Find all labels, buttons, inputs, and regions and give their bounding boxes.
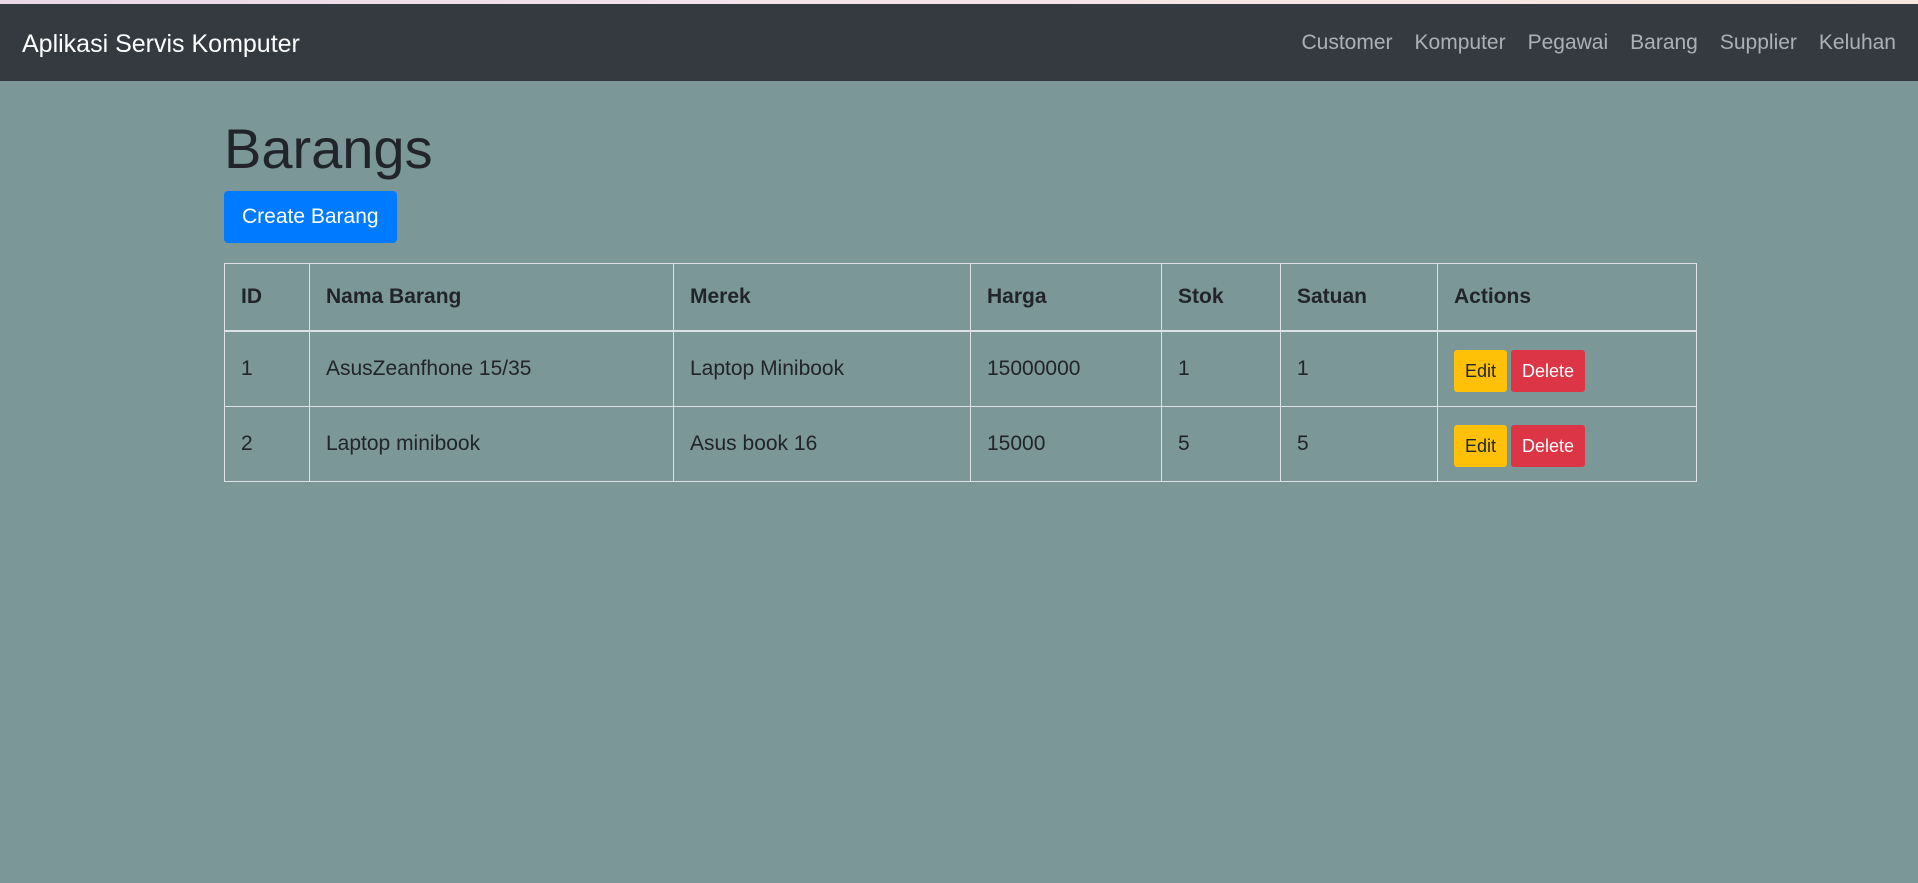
page-title: Barangs [224,117,433,180]
cell-satuan: 5 [1280,406,1438,482]
header-nama-barang: Nama Barang [309,263,674,332]
delete-button[interactable]: Delete [1511,425,1586,467]
table-body: 1 AsusZeanfhone 15/35 Laptop Minibook 15… [224,330,1697,482]
nav-link-komputer[interactable]: Komputer [1415,31,1506,55]
cell-nama-barang: AsusZeanfhone 15/35 [309,330,674,407]
cell-stok: 1 [1161,330,1281,407]
table-row: 1 AsusZeanfhone 15/35 Laptop Minibook 15… [224,330,1697,407]
header-harga: Harga [970,263,1162,332]
edit-button[interactable]: Edit [1454,350,1508,392]
cell-harga: 15000 [970,406,1162,482]
nav-link-keluhan[interactable]: Keluhan [1819,31,1896,55]
nav-link-supplier[interactable]: Supplier [1720,31,1797,55]
navbar-brand[interactable]: Aplikasi Servis Komputer [22,4,300,84]
nav-link-barang[interactable]: Barang [1630,31,1698,55]
header-id: ID [224,263,310,332]
cell-actions: Edit Delete [1437,330,1697,407]
header-satuan: Satuan [1280,263,1438,332]
create-barang-button[interactable]: Create Barang [224,191,397,243]
cell-nama-barang: Laptop minibook [309,406,674,482]
cell-harga: 15000000 [970,330,1162,407]
table-row: 2 Laptop minibook Asus book 16 15000 5 5… [224,406,1697,482]
cell-merek: Asus book 16 [673,406,971,482]
cell-merek: Laptop Minibook [673,330,971,407]
row-actions: Edit Delete [1454,425,1680,467]
cell-stok: 5 [1161,406,1281,482]
header-actions: Actions [1437,263,1697,332]
edit-button[interactable]: Edit [1454,425,1508,467]
delete-button[interactable]: Delete [1511,350,1586,392]
table-header: ID Nama Barang Merek Harga Stok Satuan A… [224,263,1697,332]
table-header-row: ID Nama Barang Merek Harga Stok Satuan A… [224,263,1697,332]
navbar: Aplikasi Servis Komputer Customer Komput… [0,4,1918,81]
row-actions: Edit Delete [1454,350,1680,392]
header-stok: Stok [1161,263,1281,332]
nav-link-pegawai[interactable]: Pegawai [1528,31,1609,55]
cell-id: 2 [224,406,310,482]
nav-links: Customer Komputer Pegawai Barang Supplie… [1302,4,1897,81]
nav-link-customer[interactable]: Customer [1302,31,1393,55]
cell-actions: Edit Delete [1437,406,1697,482]
cell-satuan: 1 [1280,330,1438,407]
cell-id: 1 [224,330,310,407]
header-merek: Merek [673,263,971,332]
barang-table: ID Nama Barang Merek Harga Stok Satuan A… [224,263,1697,482]
